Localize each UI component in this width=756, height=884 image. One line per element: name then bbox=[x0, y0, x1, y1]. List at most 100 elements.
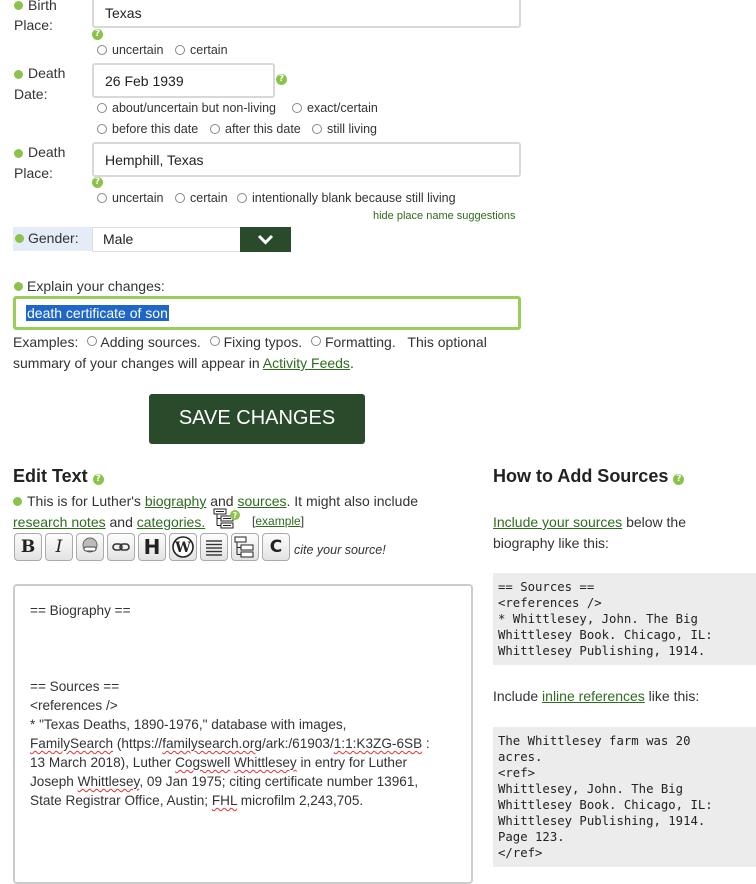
editor-word: 1:1:K3ZG-6SB bbox=[333, 736, 423, 751]
italic-label: I bbox=[55, 537, 63, 557]
help-icon[interactable]: ? bbox=[92, 474, 104, 485]
examples-row: Examples: Adding sources. Fixing typos. … bbox=[13, 332, 533, 353]
how-to-title: How to Add Sources ? bbox=[493, 466, 685, 487]
inline-references-link[interactable]: inline references bbox=[542, 688, 645, 704]
how-to-intro-line: Include your sources below the bbox=[493, 512, 686, 533]
categories-link[interactable]: categories. bbox=[137, 514, 205, 530]
how-to-text: Include bbox=[493, 688, 543, 704]
inline-example-code: The Whittlesey farm was 20 acres. <ref> … bbox=[493, 727, 756, 867]
bold-button[interactable]: B bbox=[14, 533, 42, 561]
chevron-down-icon[interactable] bbox=[240, 227, 291, 252]
biography-link[interactable]: biography bbox=[145, 493, 207, 509]
radio-label: still living bbox=[327, 122, 378, 136]
death-date-before-radio[interactable]: before this date bbox=[97, 122, 198, 136]
editor-line: State Registrar Office, Austin; FHL micr… bbox=[30, 791, 430, 810]
example-link-wrap: [example] bbox=[252, 514, 304, 528]
sources-link[interactable]: sources bbox=[237, 493, 286, 509]
birth-place-uncertain-radio[interactable]: uncertain bbox=[97, 43, 163, 57]
editor-word: (https:// bbox=[113, 736, 163, 751]
example-formatting-radio[interactable] bbox=[311, 336, 322, 346]
internal-link-button[interactable] bbox=[107, 533, 135, 561]
edit-text-title-text: Edit Text bbox=[13, 466, 88, 486]
radio-icon bbox=[210, 124, 220, 134]
editor-word: Whittlesey bbox=[234, 755, 297, 770]
death-place-blank-radio[interactable]: intentionally blank because still living bbox=[237, 191, 456, 205]
gender-label: Gender: bbox=[28, 230, 79, 246]
field-marker bbox=[14, 149, 23, 158]
editor-word: Joseph bbox=[30, 774, 78, 789]
editor-line: == Sources == bbox=[30, 679, 120, 694]
intro-text: . It might also include bbox=[286, 493, 419, 509]
explain-input[interactable]: death certificate of son bbox=[13, 296, 521, 330]
align-lines-icon bbox=[206, 540, 222, 556]
wikipedia-letter: W bbox=[174, 540, 191, 556]
example-label: Fixing typos. bbox=[223, 334, 303, 350]
death-date-after-radio[interactable]: after this date bbox=[210, 122, 301, 136]
heading-label: H bbox=[143, 535, 161, 559]
editor-word: : bbox=[422, 736, 430, 751]
research-notes-link[interactable]: research notes bbox=[13, 514, 106, 530]
death-date-about-radio[interactable]: about/uncertain but non-living bbox=[97, 101, 276, 115]
include-sources-link[interactable]: Include your sources bbox=[493, 514, 622, 530]
category-button[interactable] bbox=[231, 533, 259, 561]
editor-word: 13 March 2018), Luther bbox=[30, 755, 176, 770]
biography-editor[interactable]: == Biography == == Sources == <reference… bbox=[13, 584, 473, 884]
wikipedia-icon: W bbox=[172, 536, 194, 558]
editor-word: familysearch.org bbox=[162, 736, 262, 751]
death-place-certain-radio[interactable]: certain bbox=[175, 191, 228, 205]
radio-icon bbox=[97, 45, 107, 55]
death-place-input[interactable]: Hemphill, Texas bbox=[92, 142, 521, 177]
death-date-exact-radio[interactable]: exact/certain bbox=[292, 101, 378, 115]
how-to-text: like this: bbox=[644, 688, 700, 704]
death-date-label-2: Date: bbox=[14, 86, 48, 102]
activity-feeds-link[interactable]: Activity Feeds bbox=[263, 355, 350, 371]
radio-label: before this date bbox=[112, 122, 199, 136]
example-fixing-typos-radio[interactable] bbox=[209, 336, 220, 346]
save-changes-button[interactable]: SAVE CHANGES bbox=[149, 394, 365, 444]
death-place-uncertain-radio[interactable]: uncertain bbox=[97, 191, 163, 205]
birth-place-certain-radio[interactable]: certain bbox=[175, 43, 228, 57]
editor-word: , 09 Jan 1975; citing certificate number… bbox=[139, 774, 419, 789]
category-tree-icon[interactable]: ? bbox=[213, 508, 241, 530]
birth-place-input[interactable]: Texas bbox=[92, 0, 521, 28]
radio-label: certain bbox=[190, 191, 228, 205]
heading-button[interactable]: H bbox=[138, 533, 166, 561]
editor-line: Joseph Whittlesey, 09 Jan 1975; citing c… bbox=[30, 772, 430, 791]
editor-word: /ark:/61903/ bbox=[261, 736, 334, 751]
radio-label: uncertain bbox=[112, 191, 164, 205]
help-icon[interactable]: ? bbox=[276, 74, 287, 85]
gender-select[interactable]: Male bbox=[92, 227, 291, 252]
birth-place-label-1: Birth bbox=[28, 0, 57, 13]
align-button[interactable] bbox=[200, 533, 228, 561]
field-marker bbox=[14, 282, 23, 291]
external-link-button[interactable] bbox=[76, 533, 104, 561]
death-date-label-1: Death bbox=[28, 65, 66, 81]
birth-place-label-2: Place: bbox=[14, 17, 53, 33]
field-marker bbox=[13, 497, 22, 506]
help-icon[interactable]: ? bbox=[92, 29, 103, 40]
intro-text: This is for Luther's bbox=[27, 493, 141, 509]
radio-icon bbox=[292, 103, 302, 113]
hide-place-suggestions-link[interactable]: hide place name suggestions bbox=[373, 210, 515, 222]
editor-word: in entry for Luther bbox=[296, 755, 408, 770]
death-date-living-radio[interactable]: still living bbox=[312, 122, 377, 136]
help-icon[interactable]: ? bbox=[92, 177, 103, 188]
summary-note: summary of your changes will appear in A… bbox=[13, 353, 354, 374]
field-marker bbox=[15, 234, 24, 243]
gender-value: Male bbox=[103, 231, 134, 247]
example-link[interactable]: example bbox=[255, 514, 300, 528]
wikipedia-button[interactable]: W bbox=[169, 533, 197, 561]
svg-text:?: ? bbox=[233, 511, 238, 520]
explain-label: Explain your changes: bbox=[27, 278, 165, 294]
radio-icon bbox=[97, 193, 107, 203]
example-adding-sources-radio[interactable] bbox=[87, 336, 98, 346]
citation-label: C bbox=[269, 537, 283, 557]
italic-button[interactable]: I bbox=[45, 533, 73, 561]
help-icon[interactable]: ? bbox=[673, 474, 685, 485]
radio-label: exact/certain bbox=[307, 101, 378, 115]
example-label: Adding sources. bbox=[100, 334, 201, 350]
death-date-input[interactable]: 26 Feb 1939 bbox=[92, 63, 275, 98]
editor-word: Cogswell bbox=[175, 755, 231, 770]
how-to-intro-line: biography like this: bbox=[493, 535, 609, 551]
citation-button[interactable]: C bbox=[262, 533, 290, 561]
